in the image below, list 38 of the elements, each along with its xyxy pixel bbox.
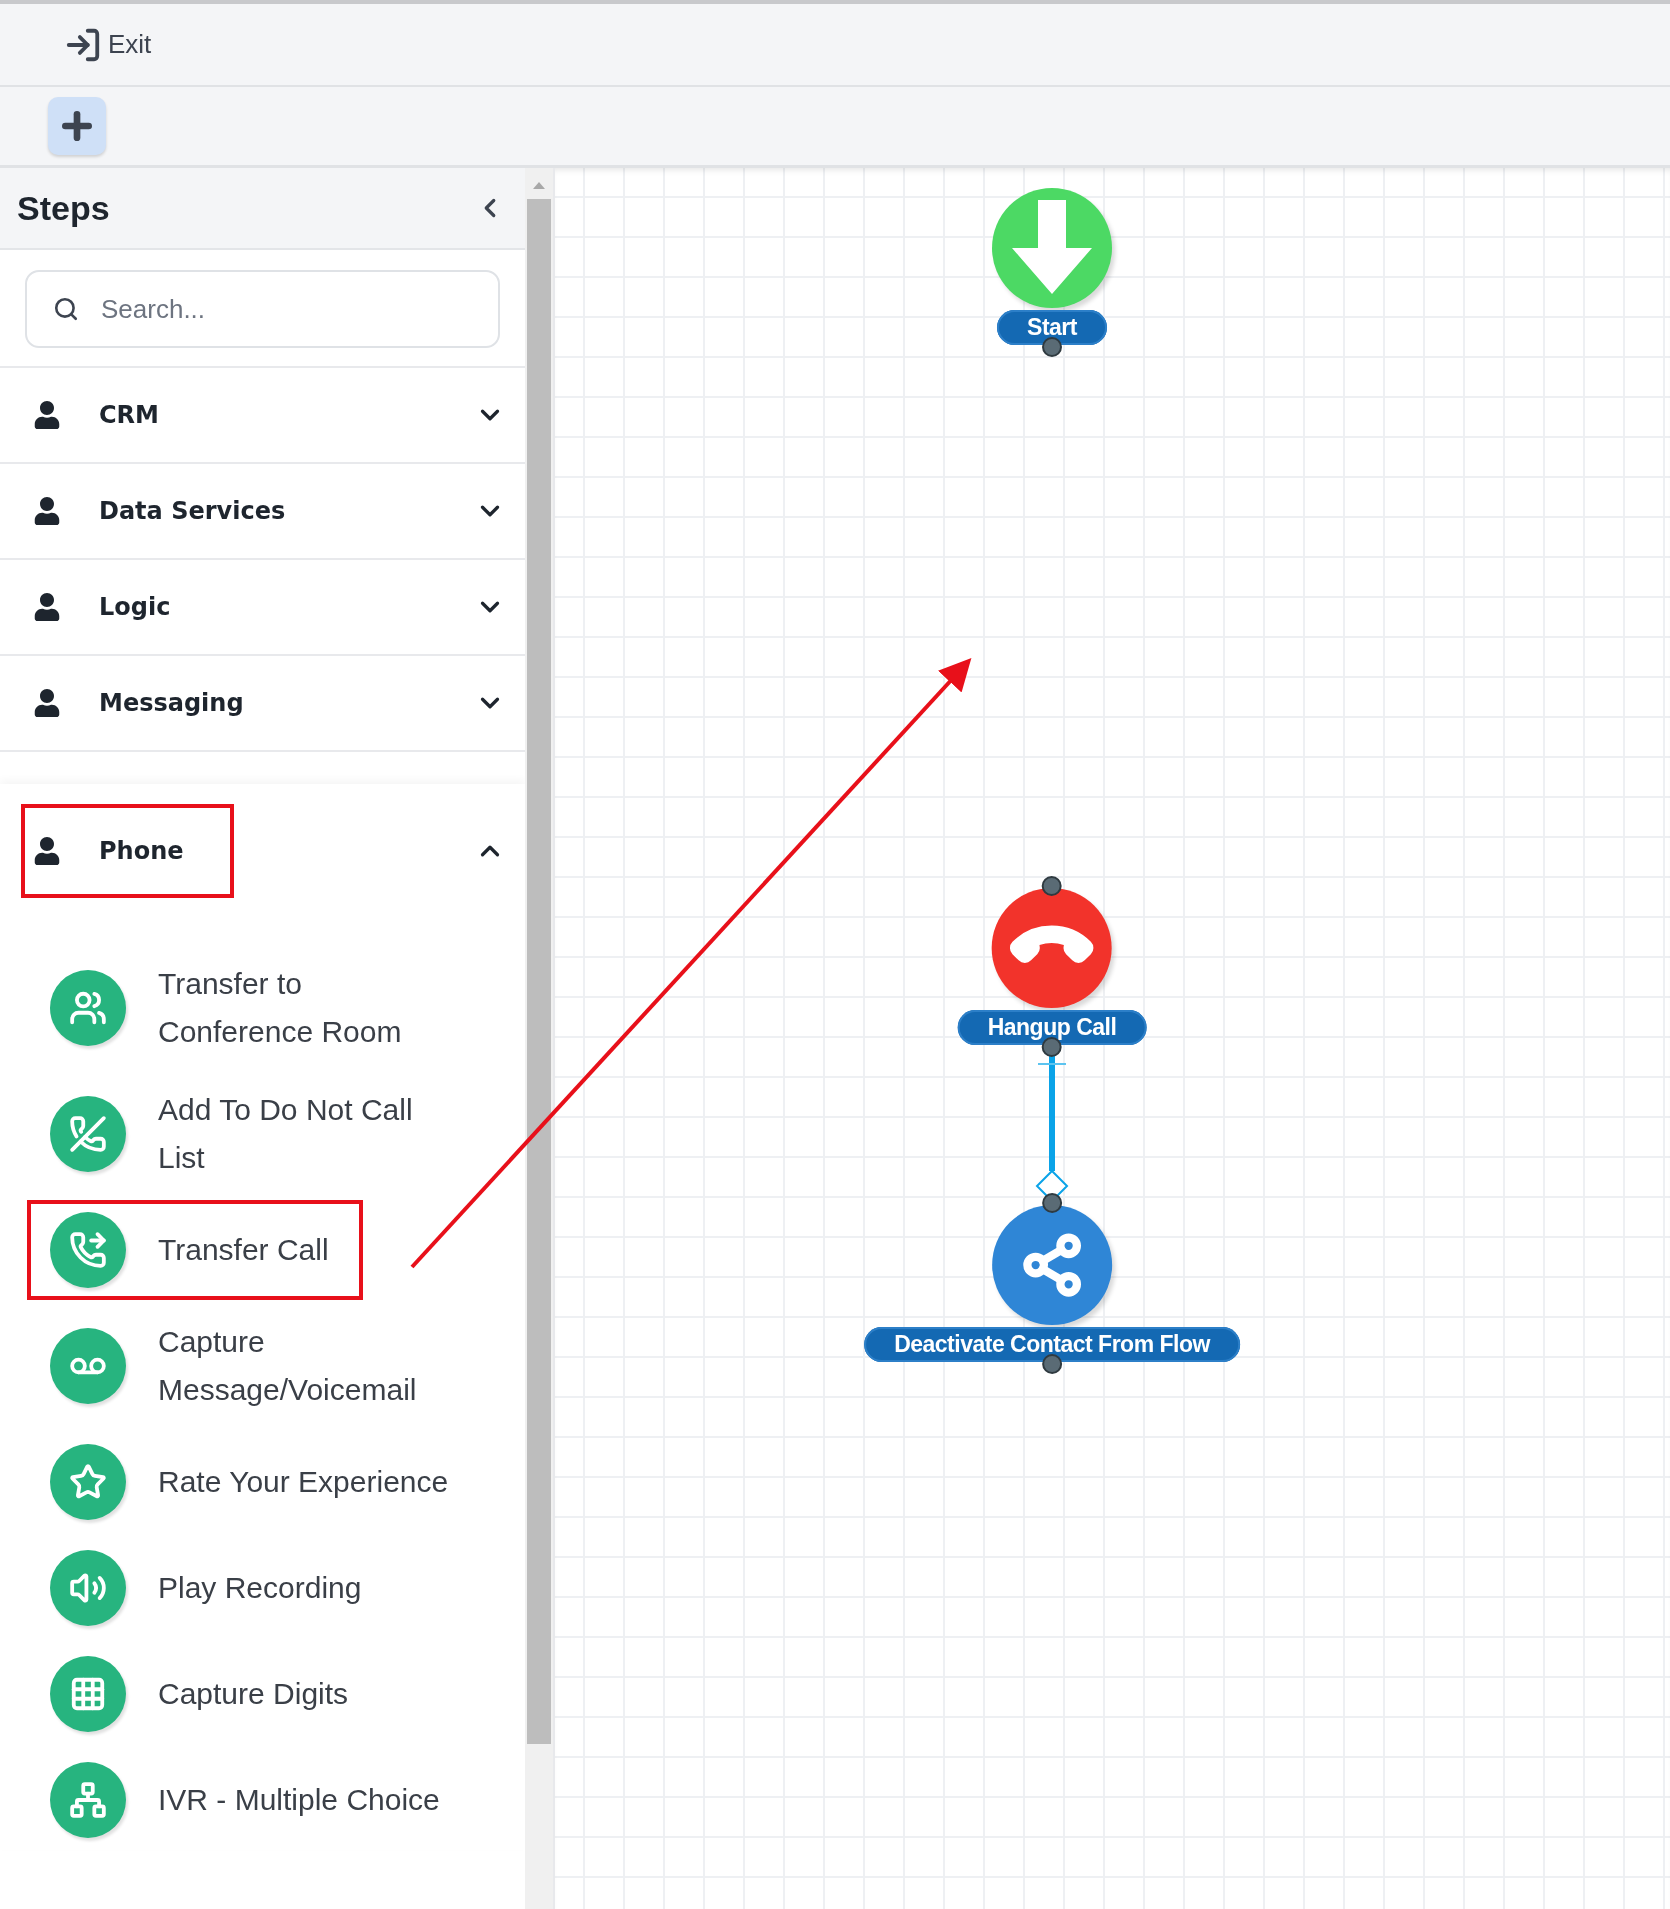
person-icon: [33, 689, 61, 717]
highlighted-category[interactable]: Phone: [21, 804, 234, 898]
search-field[interactable]: Search...: [25, 270, 500, 348]
person-icon: [33, 837, 61, 865]
category-header[interactable]: Logic: [21, 560, 221, 654]
category-header[interactable]: Messaging: [21, 656, 294, 750]
step-item[interactable]: Capture Message/Voicemail: [27, 1306, 498, 1426]
panel-title: Steps: [17, 188, 110, 228]
step-item[interactable]: Play Recording: [27, 1538, 396, 1638]
person-icon: [33, 497, 61, 525]
port-dot[interactable]: [1042, 1354, 1062, 1374]
step-item[interactable]: Transfer to Conference Room: [27, 948, 498, 1068]
search-icon: [53, 296, 79, 322]
step-item[interactable]: IVR - Multiple Choice: [27, 1750, 474, 1850]
category-header[interactable]: CRM: [21, 368, 209, 462]
node-label[interactable]: Start: [997, 310, 1107, 345]
step-item[interactable]: Rate Your Experience: [27, 1432, 483, 1532]
step-label: Transfer to Conference Room: [158, 966, 403, 1050]
category-header[interactable]: Data Services: [21, 464, 336, 558]
highlighted-step-item[interactable]: Transfer Call: [27, 1200, 363, 1300]
step-label: IVR - Multiple Choice: [158, 1782, 440, 1818]
step-item[interactable]: Add To Do Not Call List: [27, 1074, 498, 1194]
step-label: Transfer Call: [158, 1232, 329, 1268]
exit-button[interactable]: Exit: [64, 25, 152, 64]
step-label: Capture Digits: [158, 1676, 349, 1712]
step-label: Add To Do Not Call List: [158, 1092, 414, 1176]
node-label[interactable]: Deactivate Contact From Flow: [864, 1327, 1240, 1362]
port-dot[interactable]: [1042, 876, 1062, 896]
step-label: Rate Your Experience: [158, 1464, 449, 1500]
step-item[interactable]: Capture Digits: [27, 1644, 383, 1744]
node-label[interactable]: Hangup Call: [957, 1010, 1147, 1045]
add-button[interactable]: [48, 97, 106, 155]
step-label: Play Recording: [158, 1570, 362, 1606]
step-label: Capture Message/Voicemail: [158, 1324, 418, 1408]
person-icon: [33, 593, 61, 621]
scrollbar[interactable]: [525, 168, 553, 1909]
person-icon: [33, 401, 61, 429]
port-dot[interactable]: [1042, 337, 1062, 357]
